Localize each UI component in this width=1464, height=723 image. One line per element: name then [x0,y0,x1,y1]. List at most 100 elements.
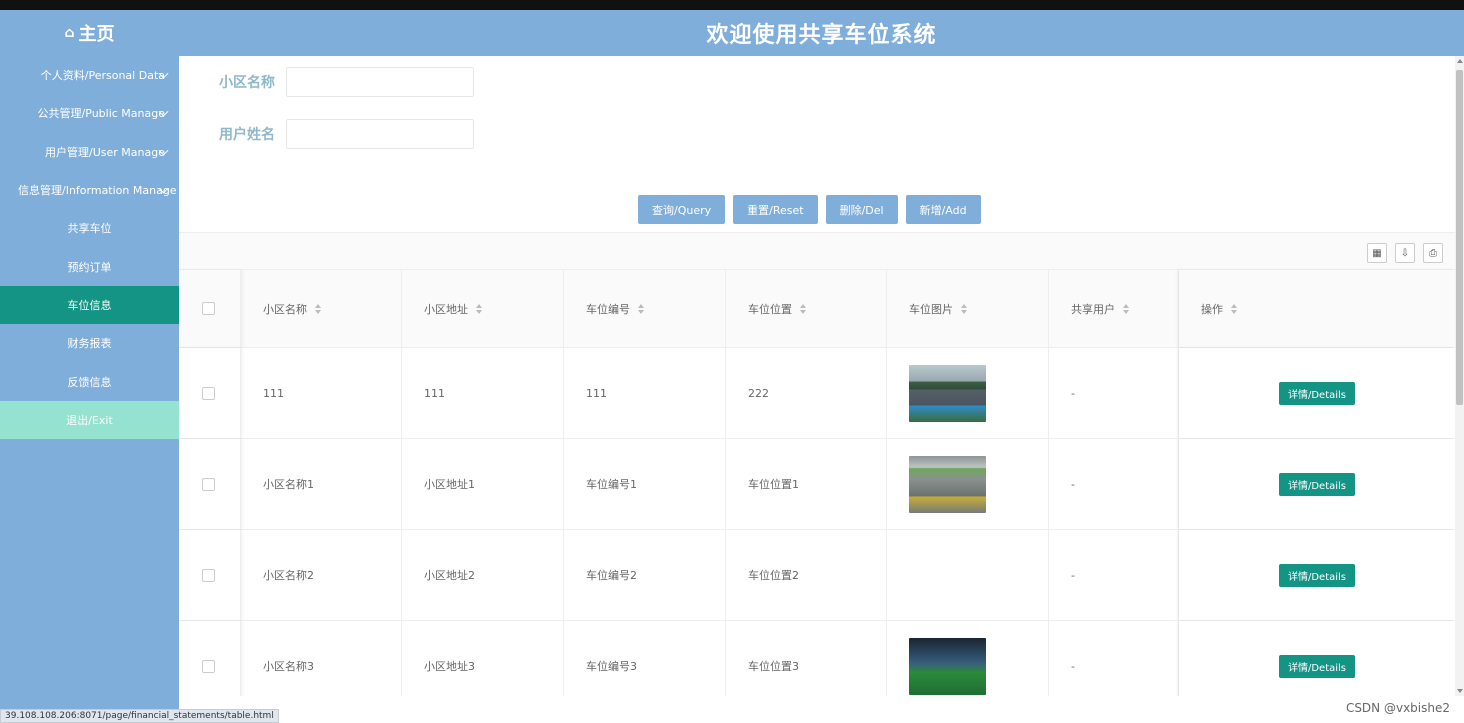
query-button[interactable]: 查询/Query [638,195,726,224]
sidebar-item-feedback[interactable]: 反馈信息 [0,362,179,400]
table-header: 小区名称 小区地址 车位编号 车位位置 车位图片 共享用户 操作 [179,270,1455,348]
scrollbar-thumb[interactable] [1456,70,1463,405]
row-checkbox[interactable] [202,477,215,491]
cell-community-name: 小区名称1 [241,439,402,529]
scroll-up-arrow-icon[interactable] [1457,59,1463,63]
table-row: 小区名称3 小区地址3 车位编号3 车位位置3 - 详情/Details [179,621,1455,696]
cell-community-address: 111 [402,348,564,438]
cell-shared-user: - [1049,439,1179,529]
cell-community-name: 111 [241,348,402,438]
cell-space-position: 车位位置1 [726,439,887,529]
column-header[interactable]: 车位位置 [726,270,887,347]
export-icon[interactable]: ⇩ [1395,243,1415,263]
details-button[interactable]: 详情/Details [1278,563,1356,587]
community-name-input[interactable] [286,67,474,97]
row-checkbox[interactable] [202,659,215,673]
sort-icon[interactable] [637,303,645,314]
sidebar-group-public-manage[interactable]: 公共管理/Public Manage [0,94,179,132]
home-link[interactable]: ⌂ 主页 [0,10,179,56]
row-checkbox[interactable] [202,386,215,400]
user-name-input[interactable] [286,119,474,149]
underground-parking-photo[interactable] [909,637,986,695]
details-button[interactable]: 详情/Details [1278,654,1356,678]
garage-photo[interactable] [909,455,986,513]
sort-icon[interactable] [799,303,807,314]
column-header[interactable]: 车位编号 [564,270,726,347]
search-row-community: 小区名称 [219,67,474,97]
sort-icon[interactable] [960,303,968,314]
column-header[interactable]: 操作 [1179,270,1455,347]
cell-shared-user: - [1049,530,1179,620]
sort-icon[interactable] [475,303,483,314]
column-header[interactable]: 小区名称 [241,270,402,347]
sidebar-item-parking-info[interactable]: 车位信息 [0,285,179,325]
details-button[interactable]: 详情/Details [1278,381,1356,405]
window-top-strip [0,0,1464,10]
cell-shared-user: - [1049,621,1179,696]
table-row: 小区名称1 小区地址1 车位编号1 车位位置1 - 详情/Details [179,439,1455,530]
sidebar-item-label: 预约订单 [67,260,112,274]
column-header[interactable]: 小区地址 [402,270,564,347]
print-icon[interactable]: ⎙ [1423,243,1443,263]
table-row: 111 111 111 222 - 详情/Details [179,348,1455,439]
sidebar-item-label: 财务报表 [67,337,112,351]
cell-space-image [887,621,1049,696]
cell-space-image [887,530,1049,620]
cell-community-address: 小区地址1 [402,439,564,529]
browser-status-url: 39.108.108.206:8071/page/financial_state… [0,709,279,723]
sidebar-item-label: 车位信息 [67,298,112,312]
cell-space-position: 车位位置3 [726,621,887,696]
sidebar-group-personal-data[interactable]: 个人资料/Personal Data [0,56,179,94]
cell-actions: 详情/Details [1179,348,1455,438]
sort-icon[interactable] [1230,303,1238,314]
sidebar-item-shared-parking[interactable]: 共享车位 [0,209,179,247]
sidebar-item-reservations[interactable]: 预约订单 [0,247,179,285]
table-toolbar: ▦ ⇩ ⎙ [179,232,1455,270]
column-header[interactable]: 车位图片 [887,270,1049,347]
cell-shared-user: - [1049,348,1179,438]
row-checkbox-cell [179,621,241,696]
action-buttons: 查询/Query 重置/Reset 删除/Del 新增/Add [638,195,981,224]
sidebar-group-user-manage[interactable]: 用户管理/User Manage [0,133,179,171]
columns-icon[interactable]: ▦ [1367,243,1387,263]
cell-community-address: 小区地址3 [402,621,564,696]
home-label: 主页 [78,24,115,45]
cell-actions: 详情/Details [1179,621,1455,696]
cell-space-position: 222 [726,348,887,438]
sidebar-item-exit[interactable]: 退出/Exit [0,400,179,439]
user-name-label: 用户姓名 [219,127,275,143]
app-header: ⌂ 主页 欢迎使用共享车位系统 [0,10,1464,56]
add-button[interactable]: 新增/Add [905,195,981,224]
row-checkbox-cell [179,348,241,438]
watermark: CSDN @vxbishe2 [1345,701,1450,715]
sidebar-group-label: 公共管理/Public Manage [37,107,165,121]
cell-space-image [887,348,1049,438]
sidebar-item-financial-report[interactable]: 财务报表 [0,324,179,362]
row-checkbox-cell [179,530,241,620]
parking-lot-photo[interactable] [909,364,986,422]
sidebar-group-label: 个人资料/Personal Data [40,69,165,83]
community-name-label: 小区名称 [219,75,275,91]
sort-icon[interactable] [1122,303,1130,314]
sidebar-item-label: 共享车位 [67,222,112,236]
cell-community-name: 小区名称3 [241,621,402,696]
sidebar-item-label: 退出/Exit [66,413,113,427]
cell-space-number: 车位编号2 [564,530,726,620]
details-button[interactable]: 详情/Details [1278,472,1356,496]
home-icon: ⌂ [64,25,75,41]
row-checkbox[interactable] [202,568,215,582]
data-table: 小区名称 小区地址 车位编号 车位位置 车位图片 共享用户 操作 111 111… [179,270,1455,696]
delete-button[interactable]: 删除/Del [825,195,898,224]
sort-icon[interactable] [314,303,322,314]
scroll-down-arrow-icon[interactable] [1457,689,1463,693]
cell-actions: 详情/Details [1179,530,1455,620]
sidebar: 个人资料/Personal Data 公共管理/Public Manage 用户… [0,56,179,723]
sidebar-group-information-manage[interactable]: 信息管理/Information Manage [0,171,179,209]
reset-button[interactable]: 重置/Reset [733,195,818,224]
page-title: 欢迎使用共享车位系统 [706,23,937,48]
cell-space-number: 111 [564,348,726,438]
page-scrollbar[interactable] [1455,56,1464,696]
select-all-checkbox[interactable] [202,302,215,315]
sidebar-item-label: 反馈信息 [67,375,112,389]
column-header[interactable]: 共享用户 [1049,270,1179,347]
